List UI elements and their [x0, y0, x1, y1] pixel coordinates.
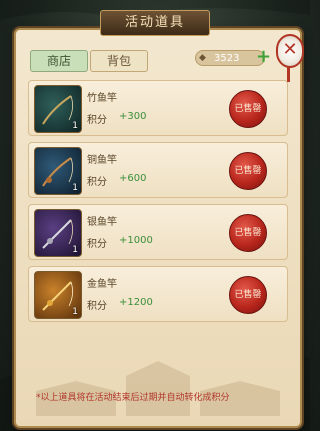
- item-name: 铜鱼竿: [87, 155, 117, 166]
- item-thumbnail: 1: [34, 85, 82, 133]
- sold-out-button[interactable]: 已售罄: [229, 90, 267, 128]
- item-thumbnail: 1: [34, 209, 82, 257]
- palace-silhouette: [36, 361, 280, 416]
- list-item: 1 铜鱼竿 积分 +600 已售罄: [28, 142, 288, 198]
- points-label: 积分: [87, 301, 107, 312]
- item-quantity: 1: [72, 245, 78, 255]
- currency-value: 3523: [214, 53, 240, 64]
- item-quantity: 1: [72, 183, 78, 193]
- points-value: +1200: [119, 297, 153, 308]
- sold-out-button[interactable]: 已售罄: [229, 214, 267, 252]
- sold-out-button[interactable]: 已售罄: [229, 276, 267, 314]
- close-button[interactable]: ✕: [276, 34, 304, 68]
- list-item: 1 竹鱼竿 积分 +300 已售罄: [28, 80, 288, 136]
- tab-bag[interactable]: 背包: [90, 50, 148, 72]
- expiry-note: *以上道具将在活动结束后过期并自动转化成积分: [36, 393, 230, 403]
- close-tassel: [287, 66, 290, 82]
- item-thumbnail: 1: [34, 271, 82, 319]
- points-label: 积分: [87, 115, 107, 126]
- add-currency-button[interactable]: +: [256, 48, 271, 66]
- sold-out-button[interactable]: 已售罄: [229, 152, 267, 190]
- item-name: 金鱼竿: [87, 279, 117, 290]
- list-item: 1 银鱼竿 积分 +1000 已售罄: [28, 204, 288, 260]
- close-icon: ✕: [282, 39, 298, 60]
- panel-title: 活动道具: [100, 10, 210, 36]
- item-quantity: 1: [72, 121, 78, 131]
- item-name: 银鱼竿: [87, 217, 117, 228]
- points-label: 积分: [87, 177, 107, 188]
- currency-display: ◆ 3523: [195, 50, 265, 66]
- coin-icon: ◆: [199, 53, 206, 63]
- points-value: +1000: [119, 235, 153, 246]
- points-value: +600: [119, 173, 147, 184]
- item-thumbnail: 1: [34, 147, 82, 195]
- tab-shop[interactable]: 商店: [30, 50, 88, 72]
- points-value: +300: [119, 111, 147, 122]
- item-quantity: 1: [72, 307, 78, 317]
- list-item: 1 金鱼竿 积分 +1200 已售罄: [28, 266, 288, 322]
- points-label: 积分: [87, 239, 107, 250]
- item-name: 竹鱼竿: [87, 93, 117, 104]
